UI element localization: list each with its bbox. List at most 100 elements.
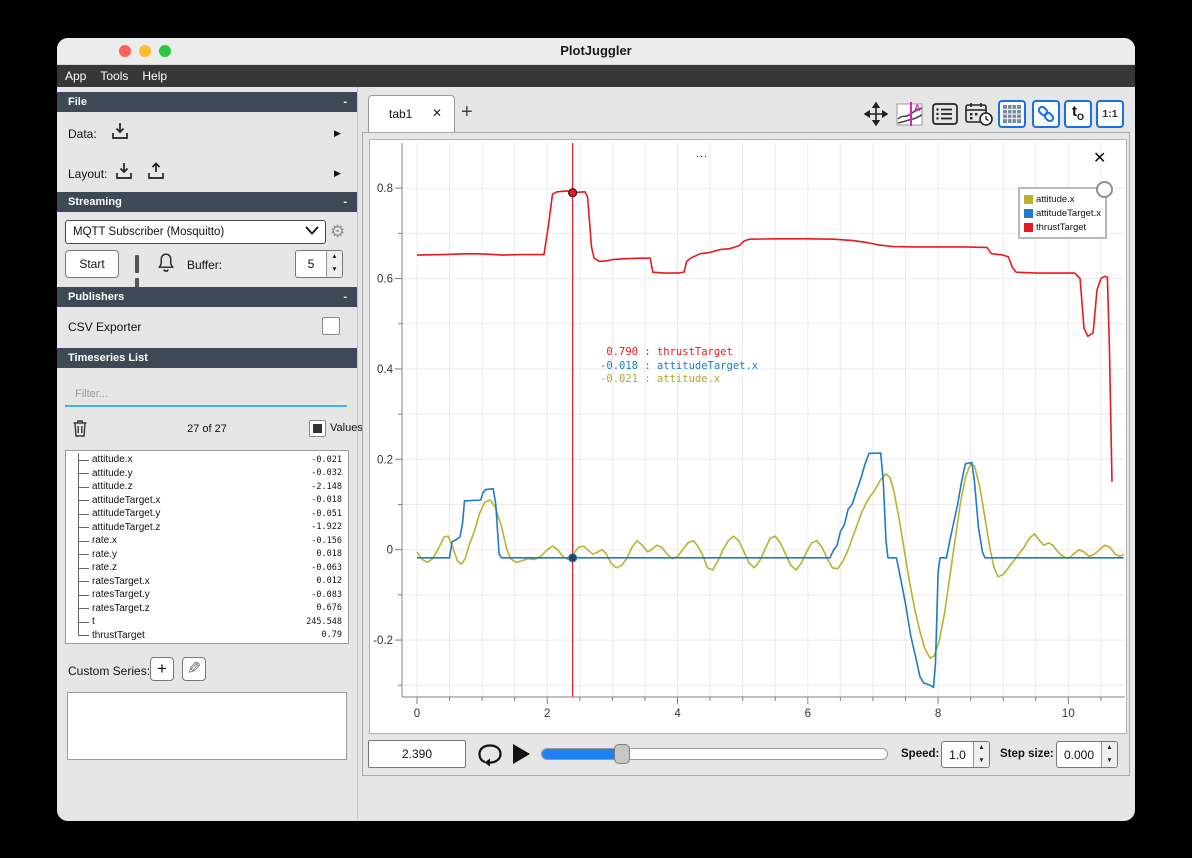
- svg-text:0: 0: [414, 708, 420, 720]
- gear-icon[interactable]: ⚙: [330, 222, 345, 242]
- spinner-arrows[interactable]: ▲ ▼: [1101, 742, 1117, 767]
- pause-icon[interactable]: [135, 255, 148, 296]
- timeline-slider[interactable]: [541, 744, 888, 764]
- data-load-icon[interactable]: [109, 120, 131, 142]
- spin-down-icon[interactable]: ▼: [327, 264, 342, 277]
- series-name: rate.x: [92, 535, 118, 547]
- slider-fill: [542, 749, 621, 759]
- plot-legend[interactable]: attitude.x attitudeTarget.x thrustTarget: [1018, 181, 1113, 239]
- spinner-arrows[interactable]: ▲ ▼: [326, 251, 342, 277]
- svg-text:8: 8: [935, 708, 941, 720]
- series-value: -1.922: [311, 522, 342, 533]
- speed-spinbox[interactable]: 1.0 ▲ ▼: [941, 741, 990, 768]
- play-button[interactable]: [513, 744, 530, 764]
- collapse-icon[interactable]: -: [343, 192, 347, 212]
- add-tab-button[interactable]: +: [461, 101, 473, 124]
- tab-close-icon[interactable]: ✕: [432, 106, 442, 120]
- menu-help[interactable]: Help: [142, 69, 167, 83]
- filter-input[interactable]: [65, 383, 347, 407]
- spin-up-icon[interactable]: ▲: [1102, 742, 1117, 755]
- legend-entry[interactable]: attitudeTarget.x: [1024, 206, 1101, 220]
- legend-label: attitude.x: [1036, 193, 1075, 205]
- add-custom-series-button[interactable]: +: [150, 657, 174, 681]
- file-section-header[interactable]: File -: [57, 92, 357, 112]
- grid-toggle-button[interactable]: [998, 100, 1026, 128]
- streaming-section-title: Streaming: [68, 196, 122, 208]
- collapse-icon[interactable]: -: [343, 287, 347, 307]
- series-name: attitudeTarget.y: [92, 508, 161, 520]
- streaming-section-header[interactable]: Streaming -: [57, 192, 357, 212]
- bell-icon[interactable]: [156, 251, 176, 275]
- buffer-label: Buffer:: [187, 258, 223, 272]
- buffer-spinbox[interactable]: 5 ▲ ▼: [295, 250, 343, 278]
- list-item[interactable]: ratesTarget.y -0.083: [66, 588, 348, 602]
- list-item[interactable]: ratesTarget.z 0.676: [66, 601, 348, 616]
- fullscreen-move-button[interactable]: [862, 100, 890, 128]
- timeseries-section-title: Timeseries List: [68, 352, 148, 364]
- legend-swatch: [1024, 208, 1033, 218]
- data-submenu-arrow-icon[interactable]: ▶: [334, 128, 341, 139]
- plot-canvas[interactable]: 0 2 4 6 8 10 0.8 0.6 0.4 0.2 0 -0.2: [370, 140, 1126, 733]
- menu-tools[interactable]: Tools: [100, 69, 128, 83]
- list-item[interactable]: thrustTarget 0.79: [66, 628, 348, 643]
- svg-text:6: 6: [805, 708, 811, 720]
- csv-exporter-checkbox[interactable]: [322, 317, 340, 335]
- legend-list-button[interactable]: [931, 100, 959, 128]
- tree-branch: [66, 601, 92, 616]
- list-item[interactable]: rate.z -0.063: [66, 561, 348, 575]
- values-label: Values: [330, 422, 363, 434]
- legend-entry[interactable]: thrustTarget: [1024, 220, 1101, 234]
- time-offset-button[interactable]: tO: [1064, 100, 1092, 128]
- list-item[interactable]: rate.x -0.156: [66, 534, 348, 548]
- collapse-icon[interactable]: -: [343, 92, 347, 112]
- legend-label: thrustTarget: [1036, 221, 1087, 233]
- list-item[interactable]: t 245.548: [66, 615, 348, 629]
- spin-down-icon[interactable]: ▼: [1102, 755, 1117, 768]
- chevron-down-icon: [305, 226, 319, 235]
- values-checkbox[interactable]: [309, 420, 326, 437]
- spin-up-icon[interactable]: ▲: [327, 251, 342, 264]
- list-item[interactable]: attitude.x -0.021: [66, 453, 348, 467]
- link-axes-button[interactable]: [1032, 100, 1060, 128]
- timeseries-section-header[interactable]: Timeseries List: [57, 348, 357, 368]
- timeseries-list[interactable]: attitude.x -0.021 attitude.y -0.032 attitude…: [65, 450, 349, 644]
- layout-save-icon[interactable]: [145, 160, 167, 182]
- curve-tracker-button[interactable]: A: [895, 100, 925, 128]
- start-button[interactable]: Start: [65, 250, 119, 278]
- list-item[interactable]: attitude.y -0.032: [66, 466, 348, 481]
- loop-icon[interactable]: [477, 742, 503, 766]
- legend-entry[interactable]: attitude.x: [1024, 192, 1101, 206]
- custom-series-list[interactable]: [67, 692, 347, 760]
- ratio-button[interactable]: 1:1: [1096, 100, 1124, 128]
- current-time-field[interactable]: 2.390: [368, 740, 466, 768]
- spinner-arrows[interactable]: ▲ ▼: [973, 742, 989, 767]
- edit-custom-series-button[interactable]: ✎: [182, 657, 206, 681]
- menu-app[interactable]: App: [65, 69, 86, 83]
- layout-load-icon[interactable]: [113, 160, 135, 182]
- spin-down-icon[interactable]: ▼: [974, 755, 989, 768]
- streaming-source-select[interactable]: MQTT Subscriber (Mosquitto): [65, 220, 326, 244]
- list-item[interactable]: attitude.z -2.148: [66, 480, 348, 494]
- step-size-spinbox[interactable]: 0.000 ▲ ▼: [1056, 741, 1118, 768]
- tree-branch: [66, 507, 92, 521]
- list-item[interactable]: rate.y 0.018: [66, 547, 348, 562]
- spin-up-icon[interactable]: ▲: [974, 742, 989, 755]
- plot-widget[interactable]: 0 2 4 6 8 10 0.8 0.6 0.4 0.2 0 -0.2 ... ✕ attitude.…: [369, 139, 1127, 734]
- data-label: Data:: [68, 127, 97, 141]
- list-item[interactable]: attitudeTarget.x -0.018: [66, 493, 348, 508]
- publishers-section-header[interactable]: Publishers -: [57, 287, 357, 307]
- list-item[interactable]: ratesTarget.x 0.012: [66, 574, 348, 589]
- tree-branch: [66, 615, 92, 629]
- step-size-label: Step size:: [1000, 748, 1054, 760]
- datetime-button[interactable]: [963, 100, 995, 128]
- tab-page: 0 2 4 6 8 10 0.8 0.6 0.4 0.2 0 -0.2 ... ✕ attitude.…: [362, 132, 1130, 776]
- tab-tab1[interactable]: tab1 ✕: [368, 95, 455, 133]
- legend-knob-icon[interactable]: [1096, 181, 1113, 198]
- slider-handle[interactable]: [613, 744, 630, 764]
- t-zero-icon: tO: [1071, 102, 1084, 122]
- list-item[interactable]: attitudeTarget.z -1.922: [66, 520, 348, 535]
- list-item[interactable]: attitudeTarget.y -0.051: [66, 507, 348, 521]
- svg-text:10: 10: [1062, 708, 1075, 720]
- layout-submenu-arrow-icon[interactable]: ▶: [334, 168, 341, 179]
- close-plot-icon[interactable]: ✕: [1093, 148, 1106, 168]
